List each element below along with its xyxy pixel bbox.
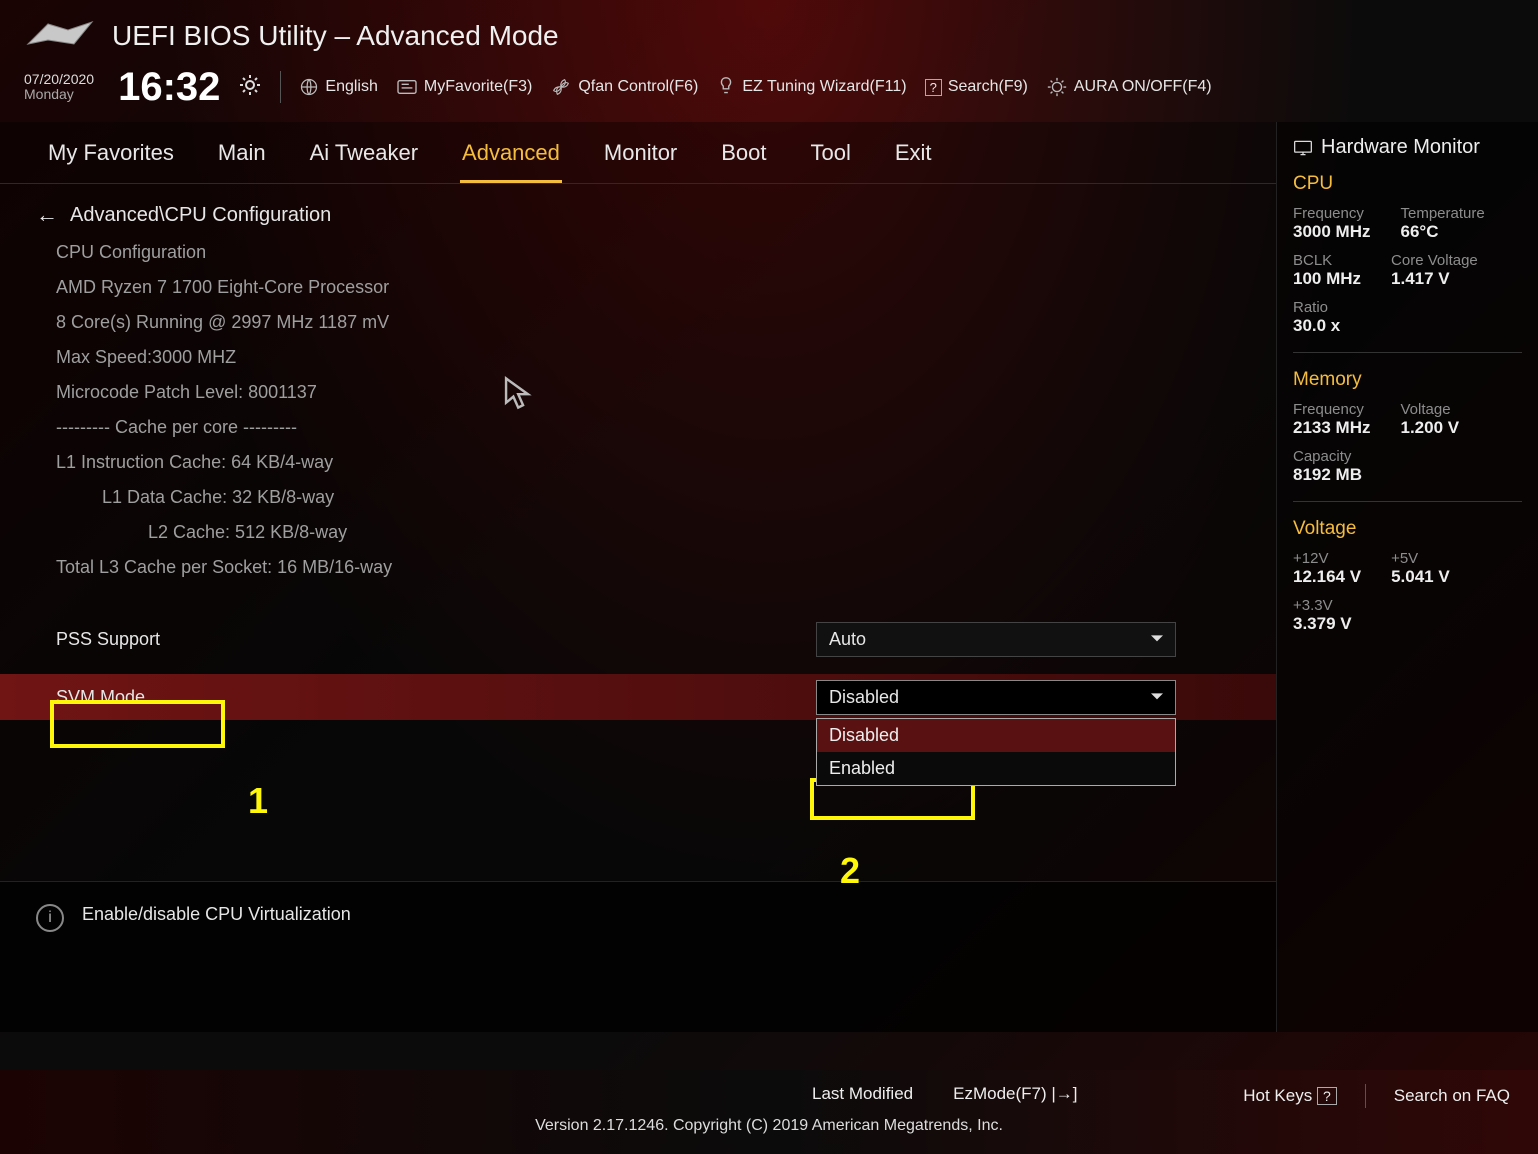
tab-monitor[interactable]: Monitor — [602, 132, 679, 183]
tab-boot[interactable]: Boot — [719, 132, 768, 183]
hardware-monitor-sidebar: Hardware Monitor CPU Frequency 3000 MHz … — [1276, 122, 1538, 1032]
sb-divider — [1293, 501, 1522, 502]
eztuning-button[interactable]: EZ Tuning Wizard(F11) — [716, 76, 906, 98]
l3-cache: Total L3 Cache per Socket: 16 MB/16-way — [56, 557, 1240, 578]
last-modified-button[interactable]: Last Modified — [812, 1084, 913, 1104]
footer-right-links: Hot Keys ? Search on FAQ — [1243, 1084, 1510, 1108]
sb-mem-freq-v: 2133 MHz — [1293, 418, 1370, 438]
sb-cpu-freq-v: 3000 MHz — [1293, 222, 1370, 242]
sb-cpu-ratio-l: Ratio — [1293, 299, 1522, 316]
sb-v5-v: 5.041 V — [1391, 567, 1450, 587]
separator — [280, 71, 281, 103]
sb-mem-cap-v: 8192 MB — [1293, 465, 1522, 485]
help-text: Enable/disable CPU Virtualization — [82, 904, 351, 925]
sb-cpu-bclk-v: 100 MHz — [1293, 269, 1361, 289]
sb-mem-cap-l: Capacity — [1293, 448, 1522, 465]
rog-logo-icon — [24, 16, 96, 57]
date-block: 07/20/2020 Monday — [24, 72, 94, 103]
date: 07/20/2020 — [24, 72, 94, 87]
sb-mem-freq-l: Frequency — [1293, 401, 1370, 418]
sb-v12-l: +12V — [1293, 550, 1361, 567]
bios-title: UEFI BIOS Utility – Advanced Mode — [112, 20, 559, 52]
tab-advanced[interactable]: Advanced — [460, 132, 562, 183]
svm-dropdown[interactable]: Disabled Disabled Enabled — [816, 680, 1176, 715]
sb-cpu-cv-l: Core Voltage — [1391, 252, 1478, 269]
sb-divider — [1293, 352, 1522, 353]
sb-v5-l: +5V — [1391, 550, 1450, 567]
aura-button[interactable]: AURA ON/OFF(F4) — [1046, 76, 1212, 98]
svm-value[interactable]: Disabled — [816, 680, 1176, 715]
ezmode-button[interactable]: EzMode(F7) |→] — [953, 1084, 1077, 1104]
main-tabs: My Favorites Main Ai Tweaker Advanced Mo… — [0, 122, 1276, 184]
sb-cpu-title: CPU — [1293, 173, 1522, 195]
pss-value[interactable]: Auto — [816, 622, 1176, 657]
tab-aitweaker[interactable]: Ai Tweaker — [308, 132, 420, 183]
hotkeys-button[interactable]: Hot Keys ? — [1243, 1086, 1337, 1106]
sb-cpu-cv-v: 1.417 V — [1391, 269, 1478, 289]
language-button[interactable]: English — [299, 77, 377, 97]
sb-v33-l: +3.3V — [1293, 597, 1522, 614]
main-panel: My Favorites Main Ai Tweaker Advanced Mo… — [0, 122, 1276, 1032]
qfan-button[interactable]: Qfan Control(F6) — [550, 76, 698, 98]
svm-label: SVM Mode — [56, 687, 816, 708]
tab-exit[interactable]: Exit — [893, 132, 934, 183]
svm-option-disabled[interactable]: Disabled — [817, 719, 1175, 752]
footer-bar: Last Modified EzMode(F7) |→] Hot Keys ? … — [0, 1070, 1538, 1154]
pss-label: PSS Support — [56, 629, 816, 650]
l1d-cache: L1 Data Cache: 32 KB/8-way — [56, 487, 1240, 508]
cpu-name: AMD Ryzen 7 1700 Eight-Core Processor — [56, 277, 1240, 298]
l1i-cache: L1 Instruction Cache: 64 KB/4-way — [56, 452, 1240, 473]
sb-cpu-temp-l: Temperature — [1400, 205, 1484, 222]
sb-mem-volt-l: Voltage — [1400, 401, 1459, 418]
sidebar-title: Hardware Monitor — [1293, 136, 1522, 159]
monitor-icon — [1293, 139, 1313, 157]
sb-cpu-bclk-l: BCLK — [1293, 252, 1361, 269]
footer-left-links: Last Modified EzMode(F7) |→] — [812, 1084, 1078, 1104]
search-button[interactable]: ? Search(F9) — [925, 78, 1028, 96]
tab-myfavorites[interactable]: My Favorites — [46, 132, 176, 183]
content: CPU Configuration AMD Ryzen 7 1700 Eight… — [0, 236, 1276, 881]
cpu-section-title: CPU Configuration — [56, 242, 1240, 263]
sb-cpu-ratio-v: 30.0 x — [1293, 316, 1522, 336]
info-toolbar: 07/20/2020 Monday 16:32 English MyFavori… — [0, 60, 1538, 122]
ezmode-icon: |→] — [1051, 1084, 1077, 1103]
pss-dropdown[interactable]: Auto — [816, 622, 1176, 657]
sb-mem-volt-v: 1.200 V — [1400, 418, 1459, 438]
cpu-cores: 8 Core(s) Running @ 2997 MHz 1187 mV — [56, 312, 1240, 333]
cpu-microcode: Microcode Patch Level: 8001137 — [56, 382, 1240, 403]
search-faq-button[interactable]: Search on FAQ — [1394, 1086, 1510, 1106]
top-title-bar: UEFI BIOS Utility – Advanced Mode — [0, 0, 1538, 60]
clock: 16:32 — [118, 65, 220, 110]
sb-cpu-temp-v: 66°C — [1400, 222, 1484, 242]
breadcrumb-text: Advanced\CPU Configuration — [70, 204, 331, 227]
cpu-maxspeed: Max Speed:3000 MHZ — [56, 347, 1240, 368]
tab-tool[interactable]: Tool — [809, 132, 853, 183]
day: Monday — [24, 87, 94, 102]
info-icon: i — [36, 904, 64, 932]
l2-cache: L2 Cache: 512 KB/8-way — [56, 522, 1240, 543]
cache-header: --------- Cache per core --------- — [56, 417, 1240, 438]
svm-options-list: Disabled Enabled — [816, 718, 1176, 786]
tab-main[interactable]: Main — [216, 132, 268, 183]
breadcrumb[interactable]: ← Advanced\CPU Configuration — [0, 184, 1276, 236]
gear-icon[interactable] — [238, 73, 262, 102]
bios-root: UEFI BIOS Utility – Advanced Mode 07/20/… — [0, 0, 1538, 1154]
myfavorite-button[interactable]: MyFavorite(F3) — [396, 78, 532, 96]
back-arrow-icon[interactable]: ← — [36, 202, 58, 228]
sb-mem-title: Memory — [1293, 369, 1522, 391]
copyright: Version 2.17.1246. Copyright (C) 2019 Am… — [535, 1117, 1003, 1135]
question-icon: ? — [1317, 1087, 1337, 1105]
question-icon: ? — [925, 79, 942, 96]
sb-cpu-freq-l: Frequency — [1293, 205, 1370, 222]
svm-option-enabled[interactable]: Enabled — [817, 752, 1175, 785]
pss-support-row[interactable]: PSS Support Auto — [56, 618, 1240, 660]
sb-v12-v: 12.164 V — [1293, 567, 1361, 587]
svm-mode-row[interactable]: SVM Mode Disabled Disabled Enabled — [0, 674, 1276, 720]
body: My Favorites Main Ai Tweaker Advanced Mo… — [0, 122, 1538, 1032]
sb-v33-v: 3.379 V — [1293, 614, 1522, 634]
help-bar: i Enable/disable CPU Virtualization — [0, 881, 1276, 1032]
cursor-icon — [502, 376, 532, 415]
sb-volt-title: Voltage — [1293, 518, 1522, 540]
